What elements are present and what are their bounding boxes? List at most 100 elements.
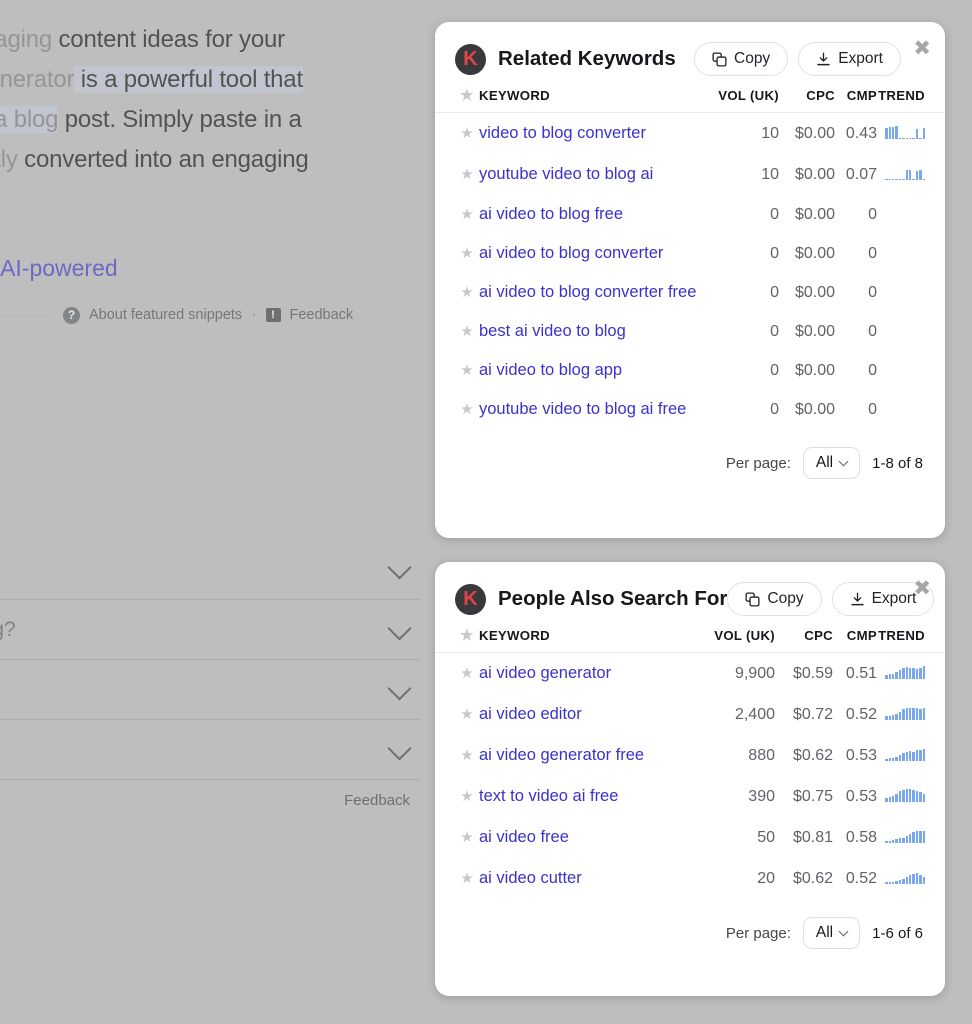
keyword-link[interactable]: text to video ai free (479, 787, 618, 805)
table-row[interactable]: ★ ai video editor 2,400 $0.72 0.52 (435, 694, 945, 735)
star-icon[interactable]: ★ (460, 245, 473, 262)
keyword-link[interactable]: ai video generator free (479, 746, 644, 764)
star-icon[interactable]: ★ (460, 284, 473, 301)
table-row[interactable]: ★ ai video to blog app 0 $0.00 0 (435, 351, 945, 390)
column-header-volume[interactable]: VOL (UK) (711, 78, 779, 113)
star-icon[interactable]: ★ (460, 401, 473, 418)
keyword-link[interactable]: ai video to blog converter free (479, 283, 696, 301)
keyword-cell[interactable]: ai video editor (479, 694, 701, 735)
column-header-cmp[interactable]: CMP (833, 618, 877, 653)
favorite-cell[interactable]: ★ (435, 234, 479, 273)
star-icon[interactable]: ★ (460, 206, 473, 223)
favorite-cell[interactable]: ★ (435, 776, 479, 817)
table-row[interactable]: ★ ai video free 50 $0.81 0.58 (435, 817, 945, 858)
favorite-cell[interactable]: ★ (435, 735, 479, 776)
per-page-select[interactable]: All (802, 917, 861, 949)
column-header-cpc[interactable]: CPC (775, 618, 833, 653)
favorite-cell[interactable]: ★ (435, 154, 479, 195)
keyword-link[interactable]: best ai video to blog (479, 322, 626, 340)
favorite-cell[interactable]: ★ (435, 195, 479, 234)
table-row[interactable]: ★ youtube video to blog ai free 0 $0.00 0 (435, 390, 945, 429)
keyword-link[interactable]: ai video cutter (479, 869, 582, 887)
ai-powered-link[interactable]: - AI-powered (0, 255, 428, 282)
favorite-cell[interactable]: ★ (435, 858, 479, 899)
column-header-trend[interactable]: TREND (877, 78, 945, 113)
accordion-feedback-link[interactable]: Feedback (0, 779, 420, 821)
keyword-cell[interactable]: ai video to blog app (479, 351, 711, 390)
keyword-cell[interactable]: ai video generator (479, 653, 701, 695)
keyword-link[interactable]: ai video editor (479, 705, 582, 723)
export-button[interactable]: Export (798, 42, 901, 76)
keyword-link[interactable]: ai video to blog free (479, 205, 623, 223)
favorite-cell[interactable]: ★ (435, 694, 479, 735)
star-icon[interactable]: ★ (460, 166, 473, 183)
per-page-select[interactable]: All (802, 447, 861, 479)
keyword-cell[interactable]: ai video to blog free (479, 195, 711, 234)
table-row[interactable]: ★ ai video generator 9,900 $0.59 0.51 (435, 653, 945, 695)
keyword-cell[interactable]: text to video ai free (479, 776, 701, 817)
keyword-link[interactable]: ai video to blog converter (479, 244, 663, 262)
column-header-keyword[interactable]: KEYWORD (479, 78, 711, 113)
snippet-feedback-link[interactable]: Feedback (290, 307, 354, 323)
table-row[interactable]: ★ video to blog converter 10 $0.00 0.43 (435, 113, 945, 155)
favorite-cell[interactable]: ★ (435, 273, 479, 312)
favorite-cell[interactable]: ★ (435, 113, 479, 155)
accordion-item[interactable] (0, 659, 420, 719)
favorite-cell[interactable]: ★ (435, 390, 479, 429)
star-icon[interactable]: ★ (460, 125, 473, 142)
table-row[interactable]: ★ ai video to blog free 0 $0.00 0 (435, 195, 945, 234)
keyword-cell[interactable]: ai video to blog converter free (479, 273, 711, 312)
column-header-cpc[interactable]: CPC (779, 78, 835, 113)
keyword-cell[interactable]: youtube video to blog ai free (479, 390, 711, 429)
copy-button[interactable]: Copy (694, 42, 789, 76)
table-row[interactable]: ★ ai video to blog converter free 0 $0.00 0 (435, 273, 945, 312)
star-icon[interactable]: ★ (460, 870, 473, 887)
favorite-all-header[interactable]: ★ (435, 78, 479, 113)
keyword-link[interactable]: video to blog converter (479, 124, 646, 142)
star-icon[interactable]: ★ (460, 665, 473, 682)
about-featured-snippets-link[interactable]: About featured snippets (89, 307, 242, 323)
star-icon[interactable]: ★ (460, 788, 473, 805)
table-row[interactable]: ★ best ai video to blog 0 $0.00 0 (435, 312, 945, 351)
column-header-keyword[interactable]: KEYWORD (479, 618, 701, 653)
table-row[interactable]: ★ youtube video to blog ai 10 $0.00 0.07 (435, 154, 945, 195)
table-row[interactable]: ★ ai video to blog converter 0 $0.00 0 (435, 234, 945, 273)
accordion-item[interactable] (0, 719, 420, 779)
keyword-cell[interactable]: ai video to blog converter (479, 234, 711, 273)
close-icon[interactable]: ✖ (913, 578, 931, 599)
copy-button[interactable]: Copy (727, 582, 822, 616)
keyword-link[interactable]: ai video free (479, 828, 569, 846)
keyword-cell[interactable]: ai video generator free (479, 735, 701, 776)
favorite-cell[interactable]: ★ (435, 653, 479, 695)
star-icon[interactable]: ★ (460, 829, 473, 846)
star-icon[interactable]: ★ (460, 747, 473, 764)
keyword-link[interactable]: youtube video to blog ai free (479, 400, 686, 418)
favorite-cell[interactable]: ★ (435, 312, 479, 351)
table-row[interactable]: ★ ai video generator free 880 $0.62 0.53 (435, 735, 945, 776)
star-icon[interactable]: ★ (460, 87, 474, 104)
close-icon[interactable]: ✖ (913, 38, 931, 59)
column-header-trend[interactable]: TREND (877, 618, 945, 653)
column-header-volume[interactable]: VOL (UK) (701, 618, 775, 653)
accordion-item[interactable] (0, 539, 420, 599)
star-icon[interactable]: ★ (460, 706, 473, 723)
star-icon[interactable]: ★ (460, 323, 473, 340)
keyword-cell[interactable]: ai video cutter (479, 858, 701, 899)
keyword-cell[interactable]: ai video free (479, 817, 701, 858)
feedback-flag-icon[interactable]: ! (265, 308, 281, 322)
keyword-cell[interactable]: youtube video to blog ai (479, 154, 711, 195)
favorite-all-header[interactable]: ★ (435, 618, 479, 653)
favorite-cell[interactable]: ★ (435, 351, 479, 390)
column-header-cmp[interactable]: CMP (835, 78, 877, 113)
table-row[interactable]: ★ text to video ai free 390 $0.75 0.53 (435, 776, 945, 817)
star-icon[interactable]: ★ (460, 362, 473, 379)
keyword-cell[interactable]: video to blog converter (479, 113, 711, 155)
keyword-link[interactable]: ai video generator (479, 664, 611, 682)
star-icon[interactable]: ★ (460, 627, 474, 644)
keyword-link[interactable]: youtube video to blog ai (479, 165, 653, 183)
help-icon[interactable]: ? (63, 306, 80, 324)
keyword-link[interactable]: ai video to blog app (479, 361, 622, 379)
table-row[interactable]: ★ ai video cutter 20 $0.62 0.52 (435, 858, 945, 899)
favorite-cell[interactable]: ★ (435, 817, 479, 858)
accordion-item[interactable]: log? (0, 599, 420, 659)
